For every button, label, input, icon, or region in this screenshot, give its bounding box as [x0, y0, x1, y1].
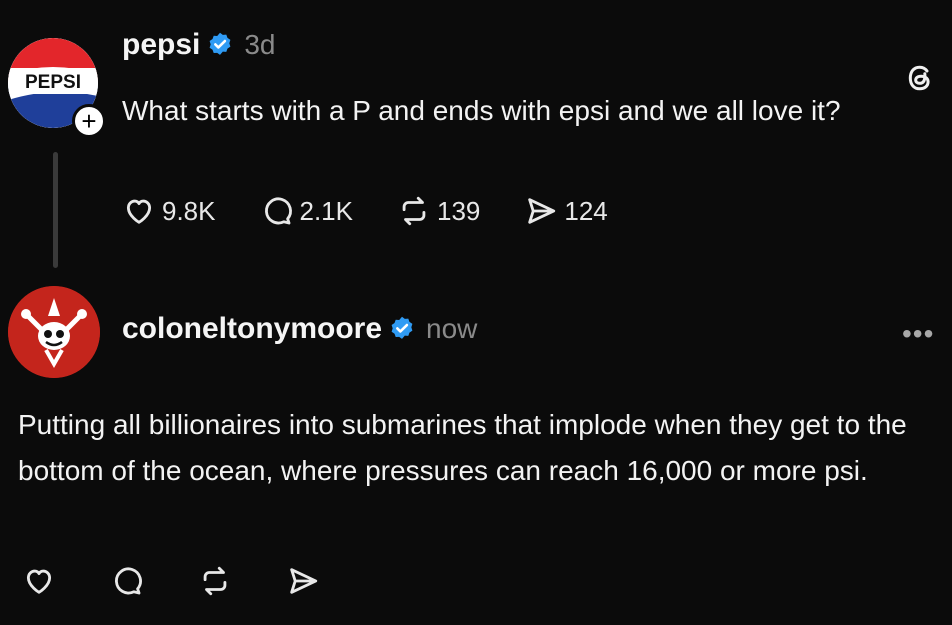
- reply-count: 2.1K: [299, 195, 354, 226]
- post1-header: pepsi 3d: [122, 28, 276, 62]
- like-count: 9.8K: [162, 195, 216, 226]
- svg-text:PEPSI: PEPSI: [25, 72, 81, 93]
- coloneltonymoore-avatar[interactable]: [8, 286, 100, 378]
- more-options-button[interactable]: •••: [902, 318, 934, 350]
- heart-icon: [26, 569, 52, 594]
- repost-icon: [402, 196, 426, 226]
- thread-connector-line: [53, 152, 58, 268]
- repost-icon: [203, 566, 227, 596]
- heart-icon: [126, 199, 152, 224]
- repost-count: 139: [437, 195, 481, 226]
- verified-badge-icon: [391, 316, 413, 339]
- repost-button[interactable]: [198, 564, 232, 598]
- send-icon: [290, 568, 318, 594]
- post2-text: Putting all billionaires into submarines…: [18, 409, 907, 486]
- reply-button[interactable]: 2.1K: [260, 194, 354, 228]
- cartoon-jester-avatar-icon: [8, 286, 100, 378]
- comment-icon: [115, 567, 142, 595]
- share-button[interactable]: [286, 564, 320, 598]
- post1-text: What starts with a P and ends with epsi …: [122, 95, 841, 126]
- post2-header: coloneltonymoore now: [122, 312, 477, 346]
- share-count: 124: [564, 195, 608, 226]
- post2-timestamp: now: [426, 313, 478, 344]
- post1-timestamp: 3d: [244, 29, 276, 60]
- like-button[interactable]: 9.8K: [122, 194, 216, 228]
- send-icon: [528, 198, 556, 224]
- comment-icon: [264, 197, 292, 225]
- verified-badge-icon: [209, 32, 231, 55]
- like-button[interactable]: [22, 564, 56, 598]
- post1-username[interactable]: pepsi: [122, 28, 200, 62]
- reply-button[interactable]: [110, 564, 144, 598]
- follow-plus-button[interactable]: +: [72, 104, 106, 138]
- post2-actions: [22, 564, 374, 598]
- share-button[interactable]: 124: [524, 194, 608, 228]
- post2-username[interactable]: coloneltonymoore: [122, 312, 382, 346]
- post1-actions: 9.8K 2.1K 139 124: [122, 194, 652, 228]
- repost-button[interactable]: 139: [397, 194, 480, 228]
